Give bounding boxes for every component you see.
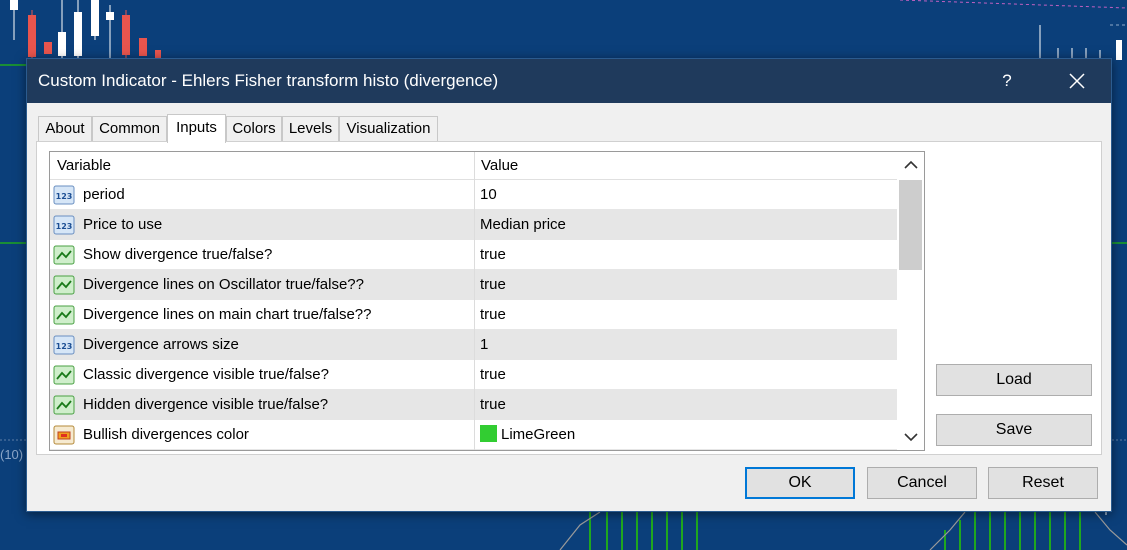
variable-value[interactable]: true [480, 390, 506, 420]
grid-row[interactable]: Bullish divergences color LimeGreen [50, 420, 897, 450]
vertical-scrollbar[interactable] [897, 152, 924, 450]
cell-divider [474, 330, 475, 360]
value-text: true [480, 366, 506, 383]
variable-name: Price to use [83, 216, 163, 233]
cancel-button[interactable]: Cancel [867, 467, 977, 499]
cell-divider [474, 180, 475, 210]
variable-value[interactable]: Median price [480, 210, 566, 240]
ok-button[interactable]: OK [745, 467, 855, 499]
title-bar[interactable]: Custom Indicator - Ehlers Fisher transfo… [27, 59, 1111, 103]
variable-value[interactable]: true [480, 240, 506, 270]
chevron-down-icon [904, 433, 918, 442]
grid-row[interactable]: Show divergence true/false? true [50, 240, 897, 270]
cell-divider [474, 390, 475, 420]
grid-row[interactable]: 123 Price to use Median price [50, 210, 897, 240]
svg-text:123: 123 [56, 342, 73, 351]
value-text: true [480, 306, 506, 323]
variable-name: period [83, 186, 125, 203]
svg-text:123: 123 [56, 222, 73, 231]
dialog-title: Custom Indicator - Ehlers Fisher transfo… [38, 71, 499, 90]
tab-common[interactable]: Common [92, 116, 167, 142]
cell-divider [474, 270, 475, 300]
variable-value[interactable]: 1 [480, 330, 488, 360]
cell-divider [474, 210, 475, 240]
variable-name: Hidden divergence visible true/false? [83, 396, 329, 413]
value-text: 10 [480, 186, 497, 203]
grid-row[interactable]: Hidden divergence visible true/false? tru… [50, 390, 897, 420]
grid-row[interactable]: Classic divergence visible true/false? tr… [50, 360, 897, 390]
variable-value[interactable]: true [480, 270, 506, 300]
tab-levels[interactable]: Levels [282, 116, 339, 142]
inputs-panel: Variable Value 123 period 10 123 Price to us… [36, 141, 1102, 455]
cell-divider [474, 300, 475, 330]
value-text: true [480, 246, 506, 263]
value-text: LimeGreen [501, 426, 576, 443]
svg-text:123: 123 [56, 192, 73, 201]
boolean-icon [53, 364, 75, 386]
scroll-thumb[interactable] [899, 180, 922, 270]
boolean-icon [53, 394, 75, 416]
numeric-icon: 123 [53, 334, 75, 356]
cell-divider [474, 420, 475, 450]
color-swatch [480, 425, 497, 442]
grid-row[interactable]: 123 period 10 [50, 180, 897, 210]
grid-row[interactable]: 123 Divergence arrows size 1 [50, 330, 897, 360]
value-text: true [480, 396, 506, 413]
save-button[interactable]: Save [936, 414, 1092, 446]
variable-name: Show divergence true/false? [83, 246, 273, 263]
chevron-up-icon [904, 160, 918, 169]
custom-indicator-dialog: Custom Indicator - Ehlers Fisher transfo… [26, 58, 1112, 512]
grid-row[interactable]: Divergence lines on main chart true/fals… [50, 300, 897, 330]
color-icon [53, 424, 75, 446]
variable-name: Bullish divergences color [83, 426, 249, 443]
tab-inputs[interactable]: Inputs [167, 114, 226, 143]
variable-value[interactable]: LimeGreen [480, 420, 575, 450]
inputs-grid: Variable Value 123 period 10 123 Price to us… [49, 151, 925, 451]
variable-name: Divergence lines on main chart true/fals… [83, 306, 372, 323]
cell-divider [474, 360, 475, 390]
numeric-icon: 123 [53, 214, 75, 236]
reset-button[interactable]: Reset [988, 467, 1098, 499]
indicator-period-label: (10) [0, 447, 24, 462]
variable-name: Classic divergence visible true/false? [83, 366, 329, 383]
value-text: true [480, 276, 506, 293]
boolean-icon [53, 304, 75, 326]
value-text: Median price [480, 216, 566, 233]
column-header-value[interactable]: Value [474, 152, 518, 180]
tab-about[interactable]: About [38, 116, 92, 142]
tab-colors[interactable]: Colors [226, 116, 282, 142]
variable-name: Divergence lines on Oscillator true/fals… [83, 276, 364, 293]
scroll-up-button[interactable] [897, 152, 924, 178]
variable-value[interactable]: true [480, 360, 506, 390]
boolean-icon [53, 244, 75, 266]
grid-header: Variable Value [50, 152, 897, 180]
scroll-down-button[interactable] [897, 424, 924, 450]
numeric-icon: 123 [53, 184, 75, 206]
load-button[interactable]: Load [936, 364, 1092, 396]
help-button[interactable]: ? [987, 59, 1027, 103]
close-button[interactable] [1057, 59, 1097, 103]
grid-rows: 123 period 10 123 Price to use Median price Sh… [50, 180, 897, 450]
close-icon [1069, 73, 1085, 89]
boolean-icon [53, 274, 75, 296]
variable-name: Divergence arrows size [83, 336, 239, 353]
column-header-variable[interactable]: Variable [50, 152, 111, 180]
cell-divider [474, 240, 475, 270]
variable-value[interactable]: 10 [480, 180, 497, 210]
value-text: 1 [480, 336, 489, 353]
tab-visualization[interactable]: Visualization [339, 116, 438, 142]
variable-value[interactable]: true [480, 300, 506, 330]
grid-row[interactable]: Divergence lines on Oscillator true/fals… [50, 270, 897, 300]
